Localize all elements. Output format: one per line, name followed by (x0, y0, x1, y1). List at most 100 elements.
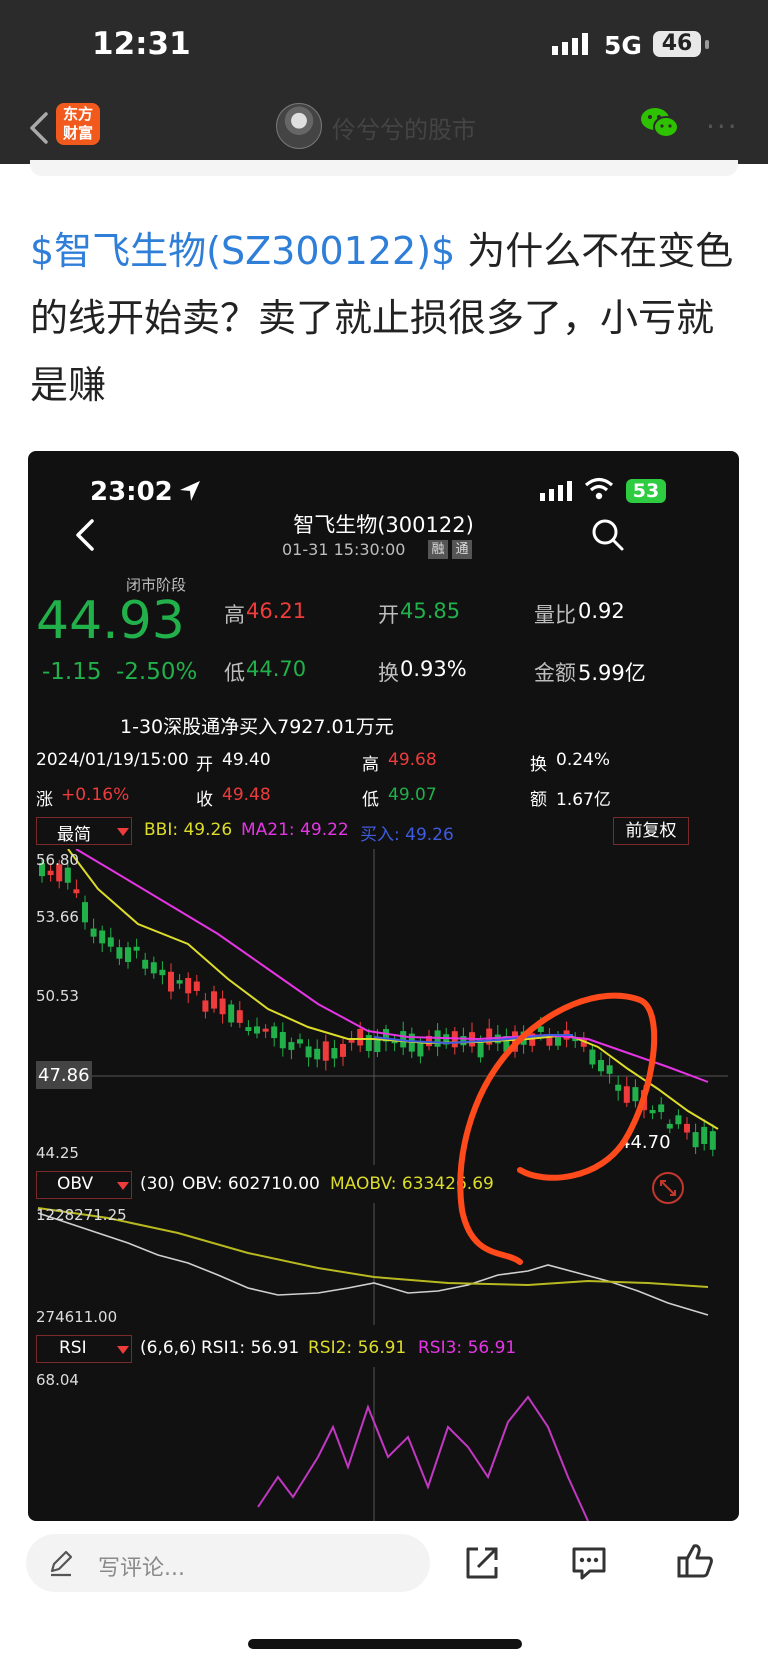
status-time: 12:31 (92, 26, 191, 62)
candle (107, 937, 114, 947)
candle (150, 962, 157, 974)
candle (675, 1115, 682, 1125)
obv-indicator-select[interactable]: OBV (36, 1171, 132, 1199)
candle (211, 991, 217, 1009)
candle (133, 946, 140, 951)
candle-turnover: 0.24% (556, 750, 611, 770)
candle (279, 1031, 286, 1049)
expand-icon[interactable] (651, 1171, 685, 1205)
candle (125, 947, 131, 962)
candle (555, 1036, 561, 1046)
rsi2-value: RSI2: 56.91 (308, 1338, 407, 1358)
cellular-signal-icon (540, 481, 572, 501)
main-indicator-select[interactable]: 最简 (36, 817, 132, 845)
candle (322, 1041, 329, 1061)
rsi-indicator-select[interactable]: RSI (36, 1335, 132, 1363)
candle (254, 1026, 260, 1034)
rsi-params: (6,6,6) (140, 1338, 197, 1358)
pencil-icon (50, 1550, 73, 1577)
candle (314, 1048, 321, 1060)
candle (90, 928, 97, 937)
candle (512, 1031, 518, 1052)
obv-chart[interactable] (28, 1203, 739, 1325)
candle (245, 1027, 252, 1032)
battery-icon: 53 (626, 479, 666, 503)
low-label: 低 (224, 661, 245, 685)
candle-low: 49.07 (388, 785, 437, 805)
candle (176, 980, 183, 984)
more-icon[interactable]: ··· (706, 110, 739, 143)
candle (193, 981, 200, 991)
chevron-down-icon (117, 1346, 129, 1354)
price-axis-label: 44.25 (36, 1144, 79, 1162)
candle (649, 1110, 656, 1114)
volratio-label: 量比 (534, 603, 576, 627)
comment-placeholder: 写评论... (98, 1556, 185, 1581)
price-axis-label: 50.53 (36, 987, 79, 1005)
candle (202, 1000, 209, 1012)
comment-input[interactable] (26, 1534, 430, 1592)
chevron-down-icon (117, 828, 129, 836)
embedded-screenshot[interactable]: 23:02 53 智飞生物(300122) 01-31 15:30:00 融 通… (28, 451, 739, 1521)
candle (236, 1010, 243, 1023)
buy-value: 买入: 49.26 (360, 825, 454, 845)
wechat-icon[interactable] (640, 106, 680, 140)
candle (340, 1044, 346, 1057)
candle (598, 1060, 604, 1072)
candle-change-label: 涨 (36, 790, 53, 810)
chevron-down-icon (117, 1182, 129, 1190)
candle-change: +0.16% (61, 785, 130, 805)
share-icon[interactable] (464, 1545, 500, 1581)
rsi3-value: RSI3: 56.91 (418, 1338, 517, 1358)
obv-value: OBV: 602710.00 (182, 1174, 320, 1194)
open-label: 开 (378, 603, 399, 627)
avatar[interactable] (276, 103, 322, 149)
candle (589, 1049, 596, 1065)
candle (73, 889, 80, 894)
candle-amount: 1.67亿 (556, 790, 611, 810)
low-price-marker: 44.70 (619, 1132, 671, 1153)
candle (297, 1039, 303, 1044)
candle-open: 49.40 (222, 750, 271, 770)
author-name[interactable]: 伶兮兮的股市 (332, 110, 476, 145)
candle (219, 998, 226, 1015)
candle (262, 1028, 269, 1032)
rsi-chart[interactable] (28, 1367, 739, 1521)
location-arrow-icon (180, 481, 200, 501)
ma21-value: MA21: 49.22 (241, 820, 349, 840)
candle (168, 971, 174, 992)
adjust-mode-button[interactable]: 前复权 (613, 817, 689, 845)
comment-icon[interactable] (570, 1545, 608, 1581)
amount-value: 5.99亿 (578, 661, 646, 685)
candle (357, 1028, 364, 1046)
candle (537, 1026, 544, 1033)
candle (460, 1036, 467, 1046)
app-logo[interactable]: 东方财富 (56, 103, 100, 145)
maobv-value: MAOBV: 633426.69 (330, 1174, 494, 1194)
like-icon[interactable] (676, 1542, 714, 1580)
candle (82, 902, 88, 923)
candle (606, 1065, 613, 1074)
candles-group (39, 857, 716, 1157)
low-value: 44.70 (246, 657, 307, 681)
candle (365, 1035, 372, 1052)
home-indicator (248, 1639, 522, 1649)
candle (417, 1043, 424, 1057)
candle (64, 867, 71, 883)
connect-tag: 通 (452, 540, 472, 559)
candle (658, 1104, 665, 1113)
candle-amount-label: 额 (530, 790, 547, 810)
amount-label: 金额 (534, 661, 576, 685)
search-icon[interactable] (590, 517, 626, 553)
candle (701, 1126, 708, 1144)
price-change: -1.15 (42, 659, 102, 685)
candle-close: 49.48 (222, 785, 271, 805)
price-change-pct: -2.50% (116, 659, 198, 685)
obv-params: (30) (140, 1174, 175, 1194)
stock-link[interactable]: $智飞生物(SZ300122)$ (30, 229, 455, 273)
candlestick-chart[interactable] (28, 849, 739, 1165)
inner-status-time: 23:02 (90, 477, 173, 507)
obv-line (37, 1212, 709, 1316)
candle-high: 49.68 (388, 750, 437, 770)
rsi1-value: RSI1: 56.91 (201, 1338, 300, 1358)
